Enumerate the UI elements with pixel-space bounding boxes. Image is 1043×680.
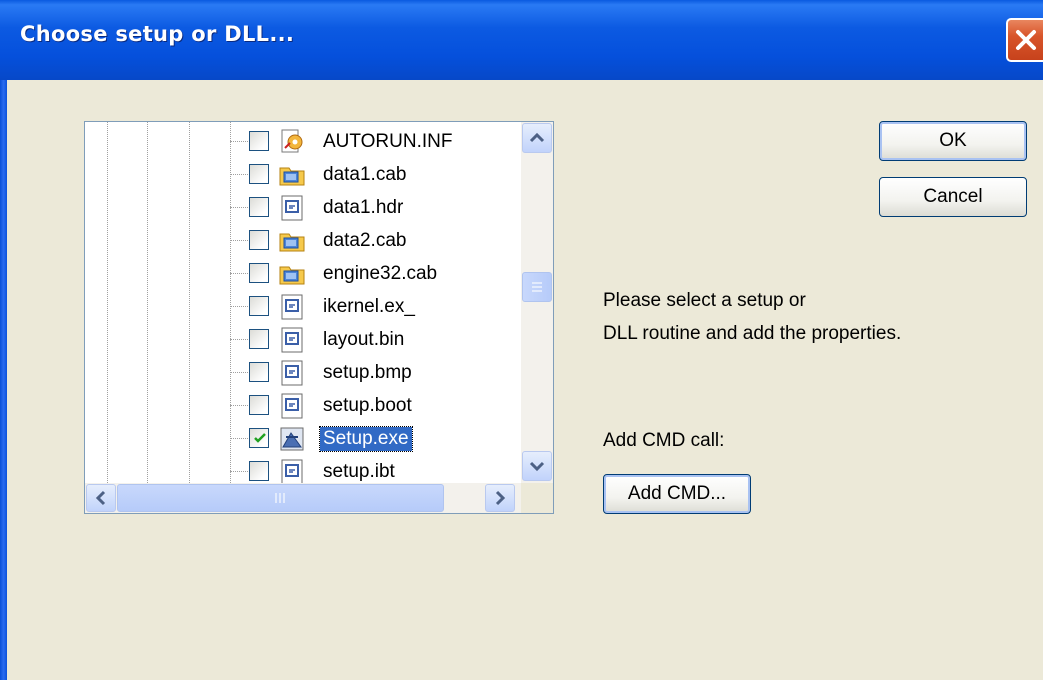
generic-file-icon: [278, 359, 306, 387]
tree-item-label[interactable]: data1.cab: [320, 163, 409, 187]
instruction-line-2: DLL routine and add the properties.: [603, 323, 902, 344]
tree-item[interactable]: data2.cab: [85, 224, 515, 258]
tree-item-label[interactable]: data1.hdr: [320, 196, 406, 220]
chevron-left-icon: [95, 490, 106, 506]
checkmark-icon: [254, 433, 266, 443]
generic-file-icon: [278, 326, 306, 354]
tree-item[interactable]: layout.bin: [85, 323, 515, 357]
item-checkbox[interactable]: [249, 164, 269, 184]
vertical-scroll-thumb[interactable]: [522, 272, 552, 302]
scroll-down-button[interactable]: [522, 451, 552, 481]
item-checkbox[interactable]: [249, 461, 269, 481]
tree-item[interactable]: Setup.exe: [85, 422, 515, 456]
scroll-up-button[interactable]: [522, 123, 552, 153]
tree-item-label[interactable]: engine32.cab: [320, 262, 440, 286]
tree-item[interactable]: setup.boot: [85, 389, 515, 423]
tree-item[interactable]: data1.cab: [85, 158, 515, 192]
tree-connector: [230, 405, 250, 406]
item-checkbox[interactable]: [249, 428, 269, 448]
scrollbar-corner: [521, 483, 553, 513]
title-bar[interactable]: Choose setup or DLL...: [0, 0, 1043, 80]
item-checkbox[interactable]: [249, 263, 269, 283]
cancel-button[interactable]: Cancel: [879, 177, 1027, 217]
dialog-title: Choose setup or DLL...: [20, 22, 295, 46]
scroll-right-button[interactable]: [485, 484, 515, 512]
item-checkbox[interactable]: [249, 362, 269, 382]
item-checkbox[interactable]: [249, 296, 269, 316]
chevron-down-icon: [529, 461, 545, 472]
tree-item-label[interactable]: setup.bmp: [320, 361, 415, 385]
tree-item[interactable]: AUTORUN.INF: [85, 125, 515, 159]
tree-connector: [230, 471, 250, 472]
tree-item-label[interactable]: layout.bin: [320, 328, 407, 352]
close-icon: [1016, 30, 1036, 50]
horizontal-scrollbar[interactable]: [85, 483, 521, 513]
instruction-line-1: Please select a setup or: [603, 290, 806, 311]
tree-item[interactable]: data1.hdr: [85, 191, 515, 225]
tree-connector: [230, 438, 250, 439]
vertical-scrollbar[interactable]: [521, 122, 553, 483]
tree-item-label[interactable]: Setup.exe: [319, 426, 413, 452]
chevron-up-icon: [529, 132, 545, 143]
setup-exe-icon: [278, 425, 306, 453]
tree-connector: [230, 306, 250, 307]
generic-file-icon: [278, 392, 306, 420]
file-tree-view[interactable]: AUTORUN.INF data1.cab data1.hdr data2.cab en…: [84, 121, 554, 514]
tree-connector: [230, 339, 250, 340]
tree-connector: [230, 273, 250, 274]
autorun-icon: [278, 128, 306, 156]
add-cmd-button[interactable]: Add CMD...: [603, 474, 751, 514]
window-frame-left: [0, 80, 7, 680]
item-checkbox[interactable]: [249, 230, 269, 250]
scroll-left-button[interactable]: [86, 484, 116, 512]
tree-connector: [230, 207, 250, 208]
generic-file-icon: [278, 194, 306, 222]
add-cmd-caption: Add CMD call:: [603, 430, 725, 451]
tree-item[interactable]: setup.bmp: [85, 356, 515, 390]
chevron-right-icon: [495, 490, 506, 506]
tree-item[interactable]: engine32.cab: [85, 257, 515, 291]
horizontal-scroll-thumb[interactable]: [117, 484, 444, 512]
cab-folder-icon: [278, 161, 306, 189]
item-checkbox[interactable]: [249, 395, 269, 415]
tree-connector: [230, 372, 250, 373]
cab-folder-icon: [278, 227, 306, 255]
tree-item-label[interactable]: data2.cab: [320, 229, 409, 253]
tree-item-label[interactable]: AUTORUN.INF: [320, 130, 455, 154]
tree-connector: [230, 240, 250, 241]
generic-file-icon: [278, 458, 306, 486]
grip-icon: [275, 493, 285, 503]
tree-connector: [230, 174, 250, 175]
ok-button[interactable]: OK: [879, 121, 1027, 161]
tree-item-label[interactable]: setup.ibt: [320, 460, 398, 484]
item-checkbox[interactable]: [249, 329, 269, 349]
tree-connector: [230, 141, 250, 142]
close-button[interactable]: [1006, 18, 1043, 62]
generic-file-icon: [278, 293, 306, 321]
cab-folder-icon: [278, 260, 306, 288]
tree-item[interactable]: ikernel.ex_: [85, 290, 515, 324]
item-checkbox[interactable]: [249, 131, 269, 151]
grip-icon: [532, 282, 542, 292]
tree-item-label[interactable]: ikernel.ex_: [320, 295, 418, 319]
item-checkbox[interactable]: [249, 197, 269, 217]
tree-item-label[interactable]: setup.boot: [320, 394, 415, 418]
